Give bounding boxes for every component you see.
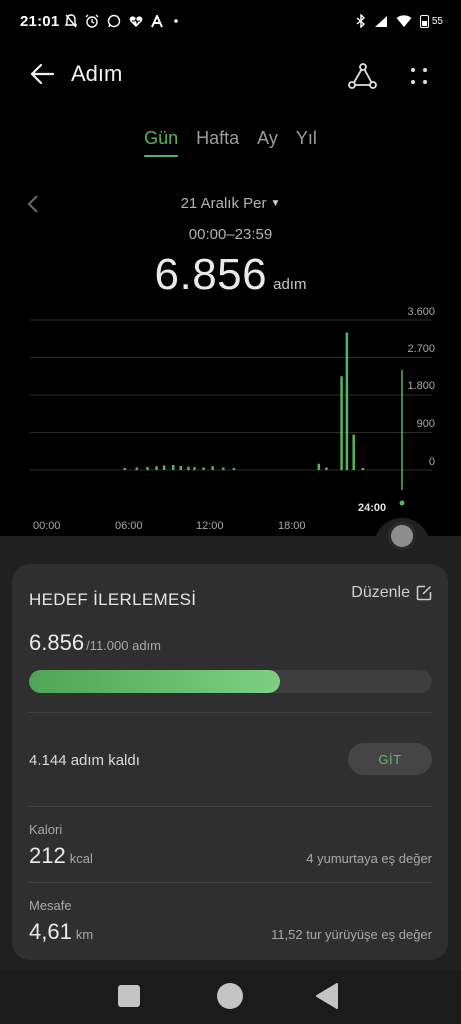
status-time: 21:01	[20, 12, 60, 30]
tab-day[interactable]: Gün	[144, 128, 179, 157]
goal-progress-value: 6.856/11.000 adım	[29, 630, 161, 656]
calorie-label: Kalori	[29, 822, 63, 837]
chart-scrub-handle[interactable]	[388, 522, 416, 550]
chart-bar	[222, 467, 225, 470]
goal-progress-fill	[29, 670, 281, 693]
system-nav-bar	[0, 970, 461, 1024]
goal-total-steps: /11.000 adım	[86, 638, 161, 653]
calorie-equivalent: 4 yumurtaya eş değer	[306, 851, 432, 866]
chart-bar	[123, 468, 126, 470]
chart-bar	[187, 466, 190, 470]
distance-value: 4,61 km	[29, 919, 93, 945]
tab-year[interactable]: Yıl	[296, 128, 317, 157]
chart-bar	[135, 467, 139, 470]
battery-level: 55	[431, 15, 443, 27]
chart-bar	[232, 467, 236, 470]
chart-bar	[162, 465, 166, 470]
y-tick-label: 1.800	[407, 380, 435, 392]
total-steps: 6.856 adım	[0, 250, 461, 300]
chart-bar	[361, 467, 365, 470]
goal-progress-card: HEDEF İLERLEMESİ Düzenle 6.856/11.000 ad…	[12, 564, 448, 960]
y-tick-label: 2.700	[407, 343, 435, 355]
tab-week[interactable]: Hafta	[196, 128, 239, 157]
steps-chart[interactable]: 3.600 2.700 1.800 900 0 00:00 06:00 12:0…	[0, 300, 461, 540]
chart-bar	[179, 465, 183, 470]
chart-bar	[202, 467, 205, 470]
signal-icon	[374, 15, 387, 27]
chart-bar	[211, 466, 214, 470]
share-button[interactable]	[346, 60, 378, 92]
battery-icon	[419, 14, 429, 28]
heart-icon	[130, 15, 143, 27]
go-button[interactable]: GİT	[348, 743, 432, 775]
a-icon	[151, 14, 164, 27]
alarm-icon	[85, 14, 99, 28]
total-steps-value: 6.856	[154, 250, 268, 299]
divider	[29, 882, 432, 883]
distance-number: 4,61	[29, 919, 72, 944]
calorie-value: 212 kcal	[29, 843, 93, 869]
total-steps-unit: adım	[273, 276, 307, 293]
nav-back-button[interactable]	[315, 983, 339, 1009]
divider	[29, 712, 432, 713]
chart-bar	[317, 463, 321, 470]
time-marker-dot	[399, 500, 405, 506]
divider	[29, 806, 432, 807]
y-tick-label: 0	[428, 456, 435, 468]
status-right-icons: 55	[356, 14, 443, 28]
distance-unit: km	[75, 927, 94, 942]
edit-goal-button[interactable]: Düzenle	[351, 584, 432, 602]
goal-progress-bar	[29, 670, 432, 693]
more-options-button[interactable]	[404, 60, 434, 92]
period-tabs: Gün Hafta Ay Yıl	[0, 128, 461, 157]
bluetooth-icon	[356, 14, 365, 28]
page-title: Adım	[71, 61, 123, 86]
dot-icon	[174, 19, 179, 23]
more-vertical-icon	[411, 68, 427, 84]
goal-card-title: HEDEF İLERLEMESİ	[29, 590, 197, 609]
y-tick-label: 3.600	[407, 306, 435, 318]
chart-bar	[352, 434, 355, 470]
chart-bar	[171, 465, 175, 470]
arrow-left-icon	[30, 63, 55, 85]
edit-icon	[416, 585, 432, 601]
status-left-icons	[65, 14, 181, 28]
chart-bar	[146, 467, 149, 470]
tab-month[interactable]: Ay	[257, 128, 278, 157]
whatsapp-icon	[108, 14, 121, 28]
chart-bar	[325, 467, 328, 470]
home-button[interactable]	[217, 983, 243, 1009]
calorie-number: 212	[29, 843, 66, 868]
time-marker-label: 24:00	[358, 502, 387, 514]
steps-chart-svg	[30, 319, 432, 506]
y-tick-label: 900	[416, 418, 435, 430]
chart-bar	[193, 467, 196, 470]
do-not-disturb-icon	[65, 14, 78, 28]
x-tick-label: 12:00	[196, 520, 224, 532]
date-selector[interactable]: 21 Aralık Per ▼	[0, 195, 461, 212]
back-button[interactable]	[26, 58, 58, 90]
x-tick-label: 00:00	[33, 520, 61, 532]
calorie-unit: kcal	[69, 851, 93, 866]
wifi-icon	[396, 14, 412, 27]
x-tick-label: 18:00	[278, 520, 306, 532]
caret-down-icon: ▼	[270, 198, 281, 209]
status-bar: 21:01 55	[0, 0, 461, 42]
distance-equivalent: 11,52 tur yürüyüşe eş değer	[271, 927, 432, 942]
goal-current-steps: 6.856	[29, 630, 85, 655]
share-icon	[348, 63, 377, 89]
distance-label: Mesafe	[29, 898, 72, 913]
chart-bar	[155, 466, 158, 470]
date-label: 21 Aralık Per	[180, 195, 267, 212]
remaining-steps: 4.144 adım kaldı	[29, 752, 140, 769]
x-tick-label: 06:00	[115, 520, 143, 532]
chart-bar	[340, 376, 343, 470]
recents-button[interactable]	[118, 985, 140, 1007]
app-bar: Adım	[0, 52, 461, 96]
battery-indicator: 55	[419, 14, 443, 28]
chart-bar	[345, 332, 349, 470]
edit-goal-label: Düzenle	[351, 584, 410, 601]
time-range: 00:00–23:59	[188, 226, 273, 243]
